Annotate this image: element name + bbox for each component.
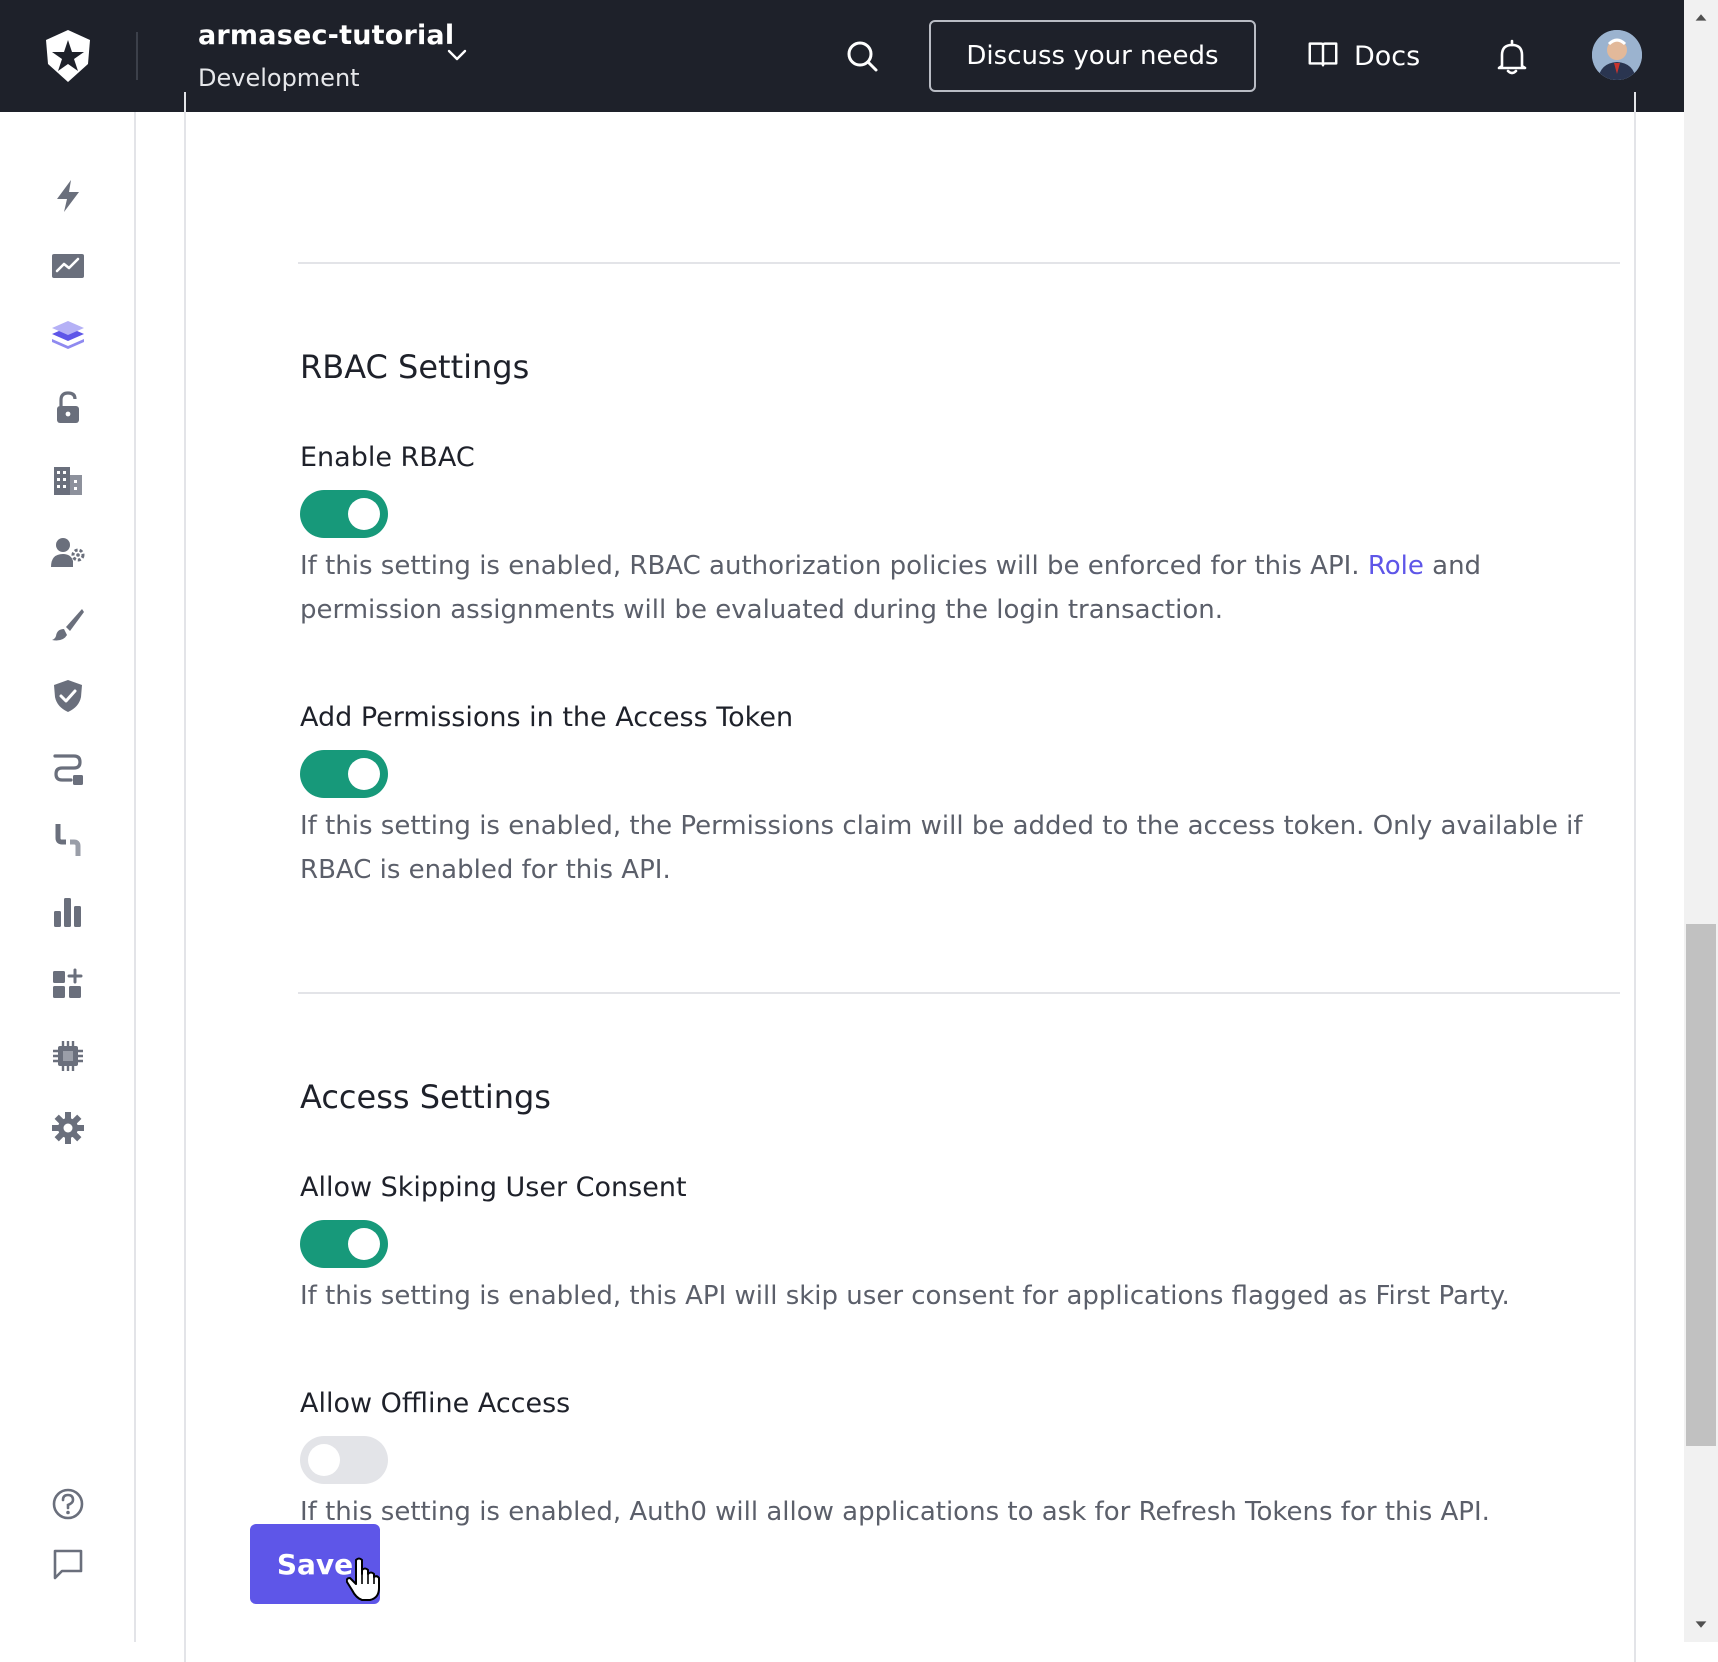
offline-access-toggle[interactable] [300,1436,388,1484]
sidebar-item-user-management[interactable] [44,528,92,576]
gear-icon [52,1112,84,1144]
save-button[interactable]: Save [250,1524,380,1604]
add-permissions-help: If this setting is enabled, the Permissi… [300,811,1583,885]
sidebar-item-applications[interactable] [44,312,92,360]
question-circle-icon [52,1488,84,1520]
scroll-thumb[interactable] [1686,924,1716,1446]
pipe-icon [55,824,81,856]
tenant-environment: Development [198,64,360,92]
skip-consent-help: If this setting is enabled, this API wil… [300,1281,1510,1311]
docs-label: Docs [1354,40,1421,72]
book-icon [1306,37,1340,75]
api-settings-panel: RBAC Settings Enable RBAC If this settin… [184,92,1636,1662]
sidebar-item-organizations[interactable] [44,456,92,504]
add-permissions-toggle[interactable] [300,750,388,798]
scroll-up-arrow-icon[interactable] [1684,0,1718,34]
enable-rbac-help-text: If this setting is enabled, RBAC authori… [300,551,1360,581]
lightning-icon [57,180,79,212]
brush-icon [52,609,84,641]
skip-consent-toggle[interactable] [300,1220,388,1268]
enable-rbac-toggle[interactable] [300,490,388,538]
chip-icon [53,1041,83,1071]
access-settings-title: Access Settings [300,1078,551,1116]
auth0-logo-icon[interactable] [38,26,98,86]
flow-icon [53,754,83,785]
chevron-down-icon[interactable] [444,42,470,68]
offline-access-help: If this setting is enabled, Auth0 will a… [300,1497,1490,1527]
user-avatar[interactable] [1592,30,1642,80]
role-link[interactable]: Role [1368,551,1424,581]
sidebar-item-feedback[interactable] [44,1540,92,1588]
add-apps-icon [53,968,83,998]
scroll-down-arrow-icon[interactable] [1684,1608,1718,1642]
sidebar-item-monitoring[interactable] [44,888,92,936]
search-icon[interactable] [842,36,882,76]
sidebar-item-actions[interactable] [44,744,92,792]
sidebar-item-marketplace[interactable] [44,960,92,1008]
toggle-knob [308,1444,340,1476]
sidebar-item-branding[interactable] [44,600,92,648]
shield-check-icon [54,680,82,712]
sidebar-item-authentication[interactable] [44,384,92,432]
sidebar-item-security[interactable] [44,672,92,720]
sidebar [0,112,136,1642]
sidebar-item-help[interactable] [44,1480,92,1528]
sidebar-item-extensions[interactable] [44,1032,92,1080]
building-icon [54,467,82,495]
docs-link[interactable]: Docs [1306,36,1420,76]
discuss-your-needs-button[interactable]: Discuss your needs [929,20,1256,92]
toggle-knob [348,1228,380,1260]
header-divider [136,32,138,80]
toggle-knob [348,758,380,790]
tenant-switcher[interactable]: armasec-tutorial Development [198,18,454,96]
bar-chart-icon [54,898,81,927]
page-scrollbar[interactable] [1684,0,1718,1642]
section-divider [298,262,1620,264]
rbac-settings-title: RBAC Settings [300,348,530,386]
offline-access-label: Allow Offline Access [300,1388,571,1419]
enable-rbac-help: If this setting is enabled, RBAC authori… [300,544,1630,632]
skip-consent-label: Allow Skipping User Consent [300,1172,687,1203]
sidebar-item-getting-started[interactable] [44,172,92,220]
tenant-name: armasec-tutorial [198,20,455,51]
user-gear-icon [51,538,85,567]
sidebar-item-auth-pipeline[interactable] [44,816,92,864]
trending-chart-icon [52,254,84,278]
unlock-icon [57,391,79,423]
sidebar-item-settings[interactable] [44,1104,92,1152]
section-divider [298,992,1620,994]
chat-bubble-icon [53,1549,83,1580]
enable-rbac-label: Enable RBAC [300,442,475,473]
layers-icon [52,321,84,349]
add-permissions-label: Add Permissions in the Access Token [300,702,794,733]
notifications-bell-icon[interactable] [1494,38,1530,76]
main-content: RBAC Settings Enable RBAC If this settin… [136,92,1684,1662]
toggle-knob [348,498,380,530]
sidebar-item-activity[interactable] [44,242,92,290]
